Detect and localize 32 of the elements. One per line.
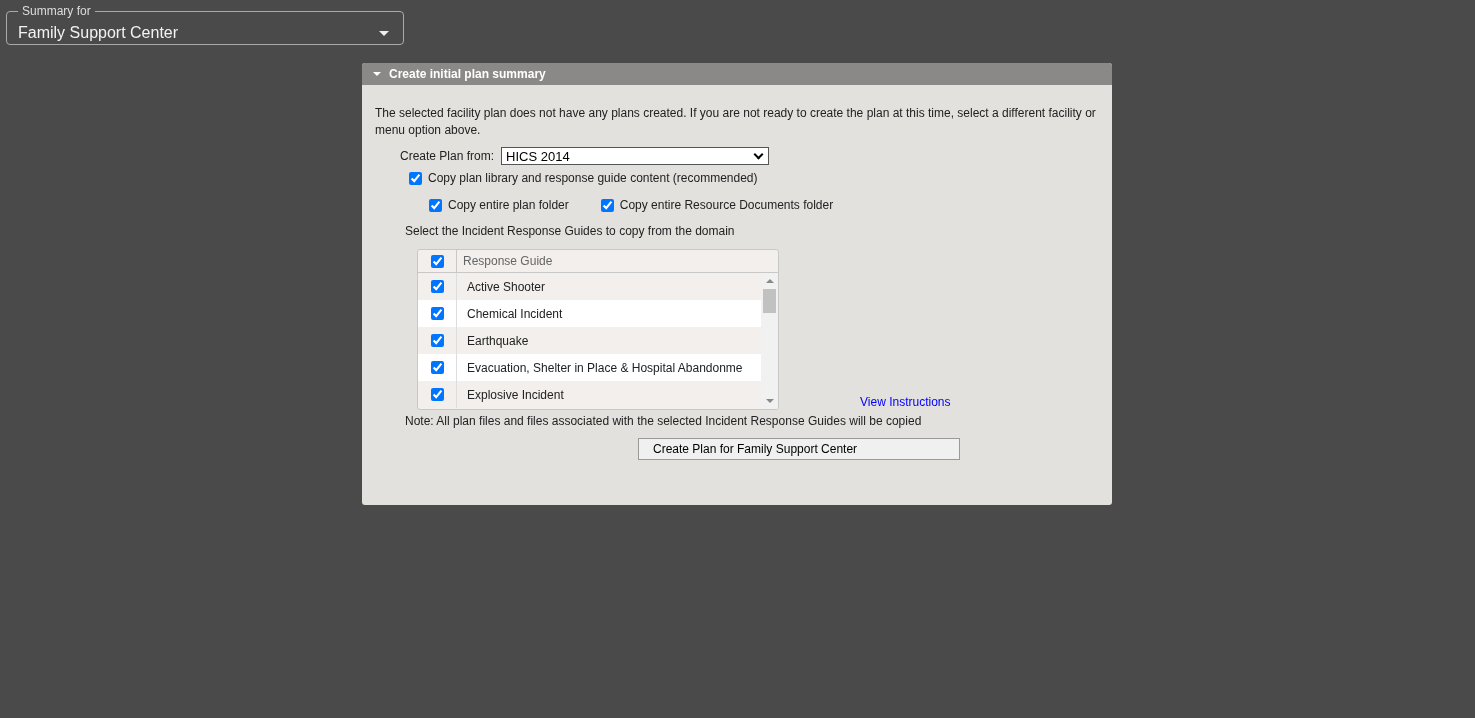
checkbox[interactable] <box>430 334 444 347</box>
checkbox[interactable] <box>600 198 614 212</box>
scroll-down-icon[interactable] <box>765 399 774 403</box>
caret-icon <box>379 30 389 36</box>
scroll-thumb[interactable] <box>763 289 776 313</box>
note-text: Note: All plan files and files associated with the selected Incident Response Guides will be copied <box>405 414 923 428</box>
checkbox[interactable] <box>430 280 444 293</box>
table-row[interactable]: Chemical Incident <box>418 300 761 327</box>
scrollbar[interactable] <box>761 273 778 409</box>
intro-text: The selected facility plan does not have any plans created. If you are not ready to create the plan at this time, select a different facility or menu option above. <box>375 105 1097 139</box>
panel-title: Create initial plan summary <box>389 67 546 81</box>
checkbox[interactable] <box>429 198 442 212</box>
checkbox[interactable] <box>430 388 444 401</box>
checkbox[interactable] <box>430 361 444 374</box>
summary-dropdown[interactable]: Summary for Family Support Center <box>6 4 404 45</box>
checkbox-label: Copy entire plan folder <box>448 198 569 212</box>
checkbox[interactable] <box>430 254 444 268</box>
checkbox[interactable] <box>409 171 422 185</box>
checkbox-label: Copy entire Resource Documents folder <box>619 198 834 212</box>
table-cell: Explosive Incident <box>456 381 564 408</box>
plan-select[interactable]: HICS 2014 <box>501 147 770 165</box>
scroll-up-icon[interactable] <box>765 279 774 283</box>
summary-value: Family Support Center <box>18 24 179 42</box>
field-label: Create Plan from: <box>400 149 495 163</box>
summary-label: Summary for <box>21 4 92 18</box>
instructions-link[interactable]: View Instructions <box>860 395 951 409</box>
prompt-text: Select the Incident Response Guides to copy from the domain <box>405 224 736 238</box>
table-row[interactable]: Evacuation, Shelter in Place & Hospital Abandonme <box>418 354 761 381</box>
checkbox-label: Copy plan library and response guide content (recommended) <box>428 171 758 185</box>
checkbox[interactable] <box>430 307 444 320</box>
create-plan-button[interactable]: Create Plan for Family Support Center <box>638 438 960 460</box>
column-header: Response Guide <box>462 253 553 270</box>
